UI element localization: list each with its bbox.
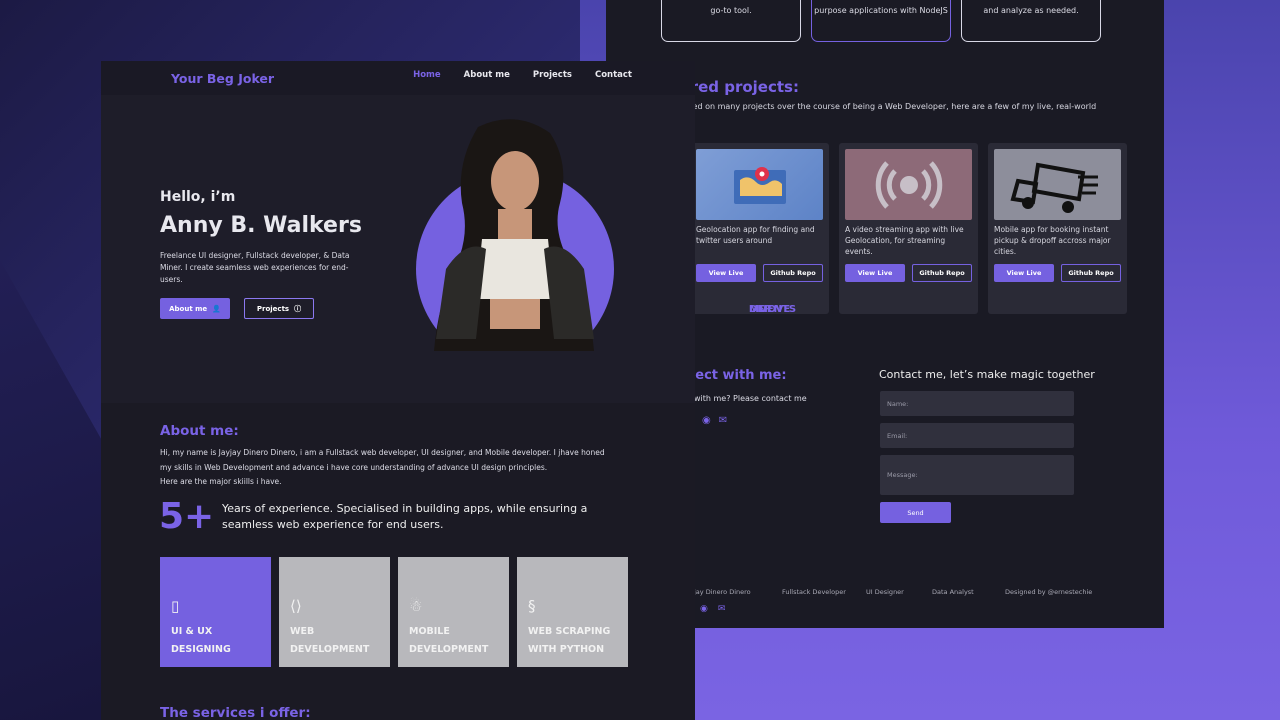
about-me-button[interactable]: About me 👤 bbox=[160, 298, 230, 319]
project-desc: Geolocation app for finding and twitter … bbox=[696, 225, 815, 245]
service-card: go-to tool. bbox=[661, 0, 801, 42]
mail-icon[interactable]: ✉ bbox=[718, 604, 726, 614]
nav-home[interactable]: Home bbox=[413, 70, 441, 80]
featured-projects-subtitle: orked on many projects over the course o… bbox=[680, 102, 1097, 111]
skills-intro: Here are the major skiills i have. bbox=[160, 477, 282, 486]
years-count: 5+ bbox=[159, 496, 215, 537]
android-icon: ☃ bbox=[409, 597, 423, 615]
years-text: Years of experience. Specialised in buil… bbox=[222, 502, 588, 531]
project-card: MOOVE Mobile app for booking instant pic… bbox=[749, 143, 1127, 315]
project-card: DER Geolocation app for finding and twit… bbox=[690, 143, 829, 315]
dribbble-icon[interactable]: ◉ bbox=[700, 604, 708, 614]
email-field[interactable]: Email: bbox=[880, 423, 1074, 448]
about-me-label: About me bbox=[169, 304, 208, 313]
view-live-button[interactable]: View Live bbox=[994, 264, 1054, 282]
services-row: go-to tool. purpose applications with No… bbox=[661, 0, 1101, 42]
nav-projects[interactable]: Projects bbox=[533, 70, 572, 80]
hero-intro: Freelance UI designer, Fullstack develop… bbox=[160, 251, 350, 284]
message-field[interactable]: Message: bbox=[880, 455, 1074, 495]
truck-icon bbox=[994, 149, 1121, 220]
navbar: Your Beg Joker Home About me Projects Co… bbox=[101, 61, 695, 95]
skill-card[interactable]: § WEB SCRAPING WITH PYTHON bbox=[517, 557, 628, 667]
project-desc: Mobile app for booking instant pickup & … bbox=[994, 225, 1111, 256]
view-live-button[interactable]: View Live bbox=[696, 264, 756, 282]
nav-about[interactable]: About me bbox=[464, 70, 510, 80]
footer: jay Dinero Dinero Fullstack Developer UI… bbox=[694, 588, 1092, 596]
projects-grid: DER Geolocation app for finding and twit… bbox=[690, 143, 1127, 315]
skill-label: UI & UX DESIGNING bbox=[171, 626, 231, 655]
portrait-image bbox=[416, 119, 614, 351]
skill-label: MOBILE DEVELOPMENT bbox=[409, 626, 489, 655]
python-icon: § bbox=[528, 597, 536, 615]
view-live-button[interactable]: View Live bbox=[845, 264, 905, 282]
code-icon: ⟨⟩ bbox=[290, 597, 302, 615]
contact-form-title: Contact me, let’s make magic together bbox=[879, 368, 1095, 381]
skill-label: WEB DEVELOPMENT bbox=[290, 626, 370, 655]
service-card: and analyze as needed. bbox=[961, 0, 1101, 42]
featured-projects-title: ured projects: bbox=[680, 78, 799, 96]
github-repo-button[interactable]: Github Repo bbox=[763, 264, 823, 282]
hero-greeting: Hello, i’m bbox=[160, 189, 236, 205]
connect-title: nect with me: bbox=[686, 368, 787, 383]
projects-label: Projects bbox=[256, 304, 290, 313]
footer-name: jay Dinero Dinero bbox=[694, 588, 751, 596]
service-card: purpose applications with NodeJS bbox=[811, 0, 951, 42]
dribbble-icon[interactable]: ◉ bbox=[702, 415, 711, 426]
services-title: The services i offer: bbox=[160, 705, 311, 720]
nav-contact[interactable]: Contact bbox=[595, 70, 632, 80]
github-repo-button[interactable]: Github Repo bbox=[1061, 264, 1121, 282]
name-field[interactable]: Name: bbox=[880, 391, 1074, 416]
github-repo-button[interactable]: Github Repo bbox=[912, 264, 972, 282]
projects-button[interactable]: Projects ⓘ bbox=[244, 298, 314, 319]
phone-design-icon: ▯ bbox=[171, 597, 180, 615]
project-card: LIVENTS A video streaming app with live … bbox=[749, 143, 978, 315]
project-desc: A video streaming app with live Geolocat… bbox=[845, 225, 964, 256]
broadcast-icon bbox=[845, 149, 972, 220]
skill-card[interactable]: ▯ UI & UX DESIGNING bbox=[160, 557, 271, 667]
project-name: MOOVE bbox=[749, 304, 791, 315]
skills-grid: ▯ UI & UX DESIGNING ⟨⟩ WEB DEVELOPMENT ☃… bbox=[160, 557, 628, 667]
front-page-preview: Your Beg Joker Home About me Projects Co… bbox=[101, 61, 695, 720]
skill-label: WEB SCRAPING WITH PYTHON bbox=[528, 626, 611, 655]
footer-credit: Designed by @ernestechie bbox=[1005, 588, 1093, 596]
footer-role: Fullstack Developer bbox=[782, 588, 846, 596]
skill-card[interactable]: ⟨⟩ WEB DEVELOPMENT bbox=[279, 557, 390, 667]
mail-icon[interactable]: ✉ bbox=[719, 415, 727, 426]
about-text: Hi, my name is Jayjay Dinero Dinero, i a… bbox=[160, 448, 605, 472]
map-pin-icon bbox=[696, 149, 823, 220]
footer-role: UI Designer bbox=[866, 588, 904, 596]
hero-name: Anny B. Walkers bbox=[160, 213, 362, 238]
connect-subtitle: with me? Please contact me bbox=[694, 394, 807, 403]
about-title: About me: bbox=[160, 423, 239, 439]
send-button[interactable]: Send bbox=[880, 502, 951, 523]
skill-card[interactable]: ☃ MOBILE DEVELOPMENT bbox=[398, 557, 509, 667]
footer-role: Data Analyst bbox=[932, 588, 974, 596]
nav-menu: Home About me Projects Contact bbox=[413, 70, 632, 80]
info-icon: ⓘ bbox=[294, 304, 302, 313]
site-logo[interactable]: Your Beg Joker bbox=[171, 71, 274, 86]
user-icon: 👤 bbox=[212, 304, 221, 313]
